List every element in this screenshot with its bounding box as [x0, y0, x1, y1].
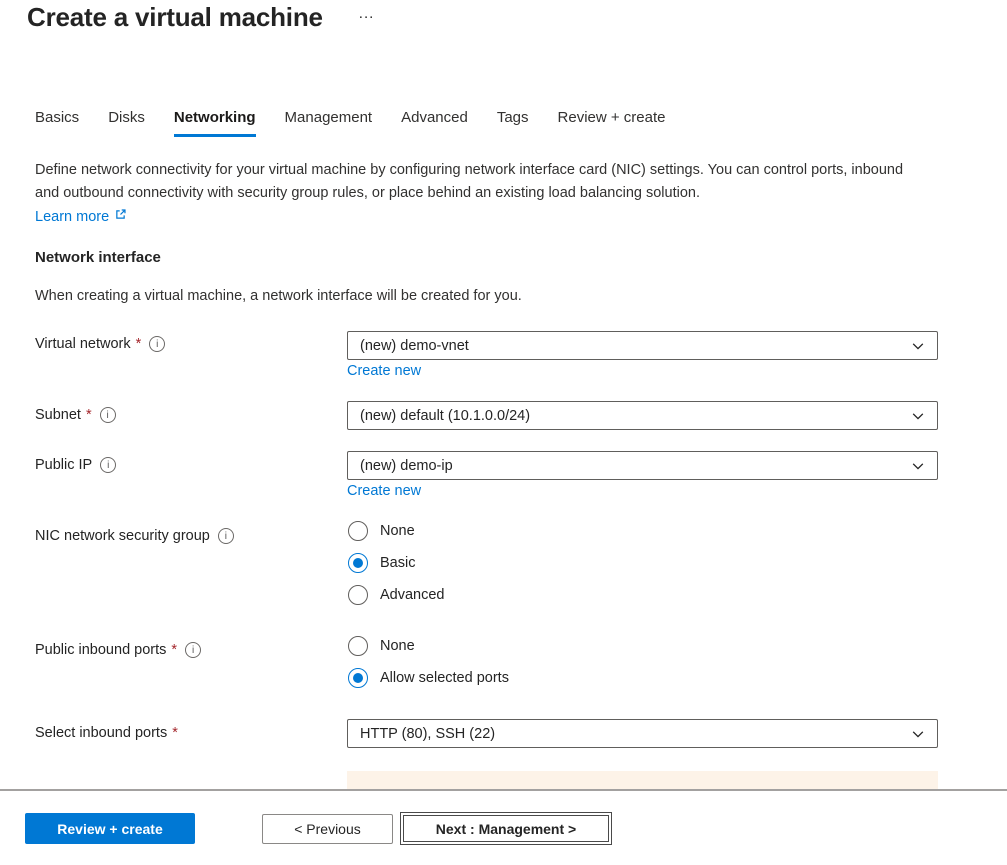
radio-icon: [348, 585, 368, 605]
info-icon[interactable]: i: [217, 528, 234, 544]
tab-networking[interactable]: Networking: [173, 109, 256, 137]
chevron-down-icon: [911, 409, 925, 423]
required-mark: *: [172, 725, 178, 741]
radio-label: None: [380, 638, 415, 654]
next-management-button[interactable]: Next : Management >: [400, 812, 612, 845]
required-mark: *: [171, 642, 178, 658]
chevron-down-icon: [911, 339, 925, 353]
tab-advanced[interactable]: Advanced: [401, 109, 468, 137]
public-inbound-ports-radio-allow-selected[interactable]: Allow selected ports: [348, 668, 509, 688]
more-options-button[interactable]: ...: [359, 6, 375, 21]
radio-icon: [348, 636, 368, 656]
info-icon[interactable]: i: [100, 457, 117, 473]
subnet-label: Subnet * i: [35, 407, 116, 423]
select-inbound-ports-select[interactable]: HTTP (80), SSH (22): [347, 719, 938, 748]
virtual-network-label: Virtual network * i: [35, 336, 166, 352]
footer-divider: [0, 789, 1007, 791]
virtual-network-create-new-link[interactable]: Create new: [347, 363, 421, 379]
info-icon[interactable]: i: [99, 407, 116, 423]
public-ip-create-new-link[interactable]: Create new: [347, 483, 421, 499]
radio-icon: [348, 521, 368, 541]
wizard-tabs: Basics Disks Networking Management Advan…: [35, 109, 665, 137]
radio-label: Advanced: [380, 587, 445, 603]
tab-disks[interactable]: Disks: [108, 109, 145, 137]
nic-nsg-label: NIC network security group i: [35, 528, 234, 544]
public-ip-value: (new) demo-ip: [360, 457, 453, 474]
page-title: Create a virtual machine: [27, 2, 323, 32]
chevron-down-icon: [911, 459, 925, 473]
learn-more-link[interactable]: Learn more: [35, 206, 127, 229]
required-mark: *: [85, 407, 92, 423]
radio-label: None: [380, 523, 415, 539]
virtual-network-select[interactable]: (new) demo-vnet: [347, 331, 938, 360]
create-vm-page: Create a virtual machine ... Basics Disk…: [0, 0, 1007, 865]
radio-selected-icon: [348, 553, 368, 573]
nic-nsg-radio-advanced[interactable]: Advanced: [348, 585, 445, 605]
tab-review-create[interactable]: Review + create: [558, 109, 666, 137]
section-subheading: When creating a virtual machine, a netwo…: [35, 288, 522, 304]
tab-description: Define network connectivity for your vir…: [35, 159, 919, 229]
external-link-icon: [114, 206, 127, 229]
subnet-select[interactable]: (new) default (10.1.0.0/24): [347, 401, 938, 430]
info-icon[interactable]: i: [185, 642, 202, 658]
public-inbound-ports-radio-none[interactable]: None: [348, 636, 415, 656]
info-icon[interactable]: i: [149, 336, 166, 352]
public-ip-label: Public IP i: [35, 457, 117, 473]
virtual-network-value: (new) demo-vnet: [360, 337, 469, 354]
tab-basics[interactable]: Basics: [35, 109, 79, 137]
radio-label: Basic: [380, 555, 416, 571]
previous-button[interactable]: < Previous: [262, 814, 393, 844]
radio-selected-icon: [348, 668, 368, 688]
tab-description-text: Define network connectivity for your vir…: [35, 162, 904, 201]
learn-more-label: Learn more: [35, 209, 110, 225]
section-heading-network-interface: Network interface: [35, 249, 161, 266]
review-create-button[interactable]: Review + create: [25, 813, 195, 844]
chevron-down-icon: [911, 727, 925, 741]
public-ip-select[interactable]: (new) demo-ip: [347, 451, 938, 480]
tab-management[interactable]: Management: [285, 109, 373, 137]
nic-nsg-radio-basic[interactable]: Basic: [348, 553, 415, 573]
page-header: Create a virtual machine ...: [27, 2, 374, 33]
select-inbound-ports-value: HTTP (80), SSH (22): [360, 725, 496, 742]
warning-banner-clipped: [347, 771, 938, 789]
radio-label: Allow selected ports: [380, 670, 509, 686]
subnet-value: (new) default (10.1.0.0/24): [360, 407, 531, 424]
public-inbound-ports-label: Public inbound ports * i: [35, 642, 202, 658]
tab-tags[interactable]: Tags: [497, 109, 529, 137]
nic-nsg-radio-none[interactable]: None: [348, 521, 415, 541]
select-inbound-ports-label: Select inbound ports *: [35, 725, 178, 741]
required-mark: *: [135, 336, 142, 352]
